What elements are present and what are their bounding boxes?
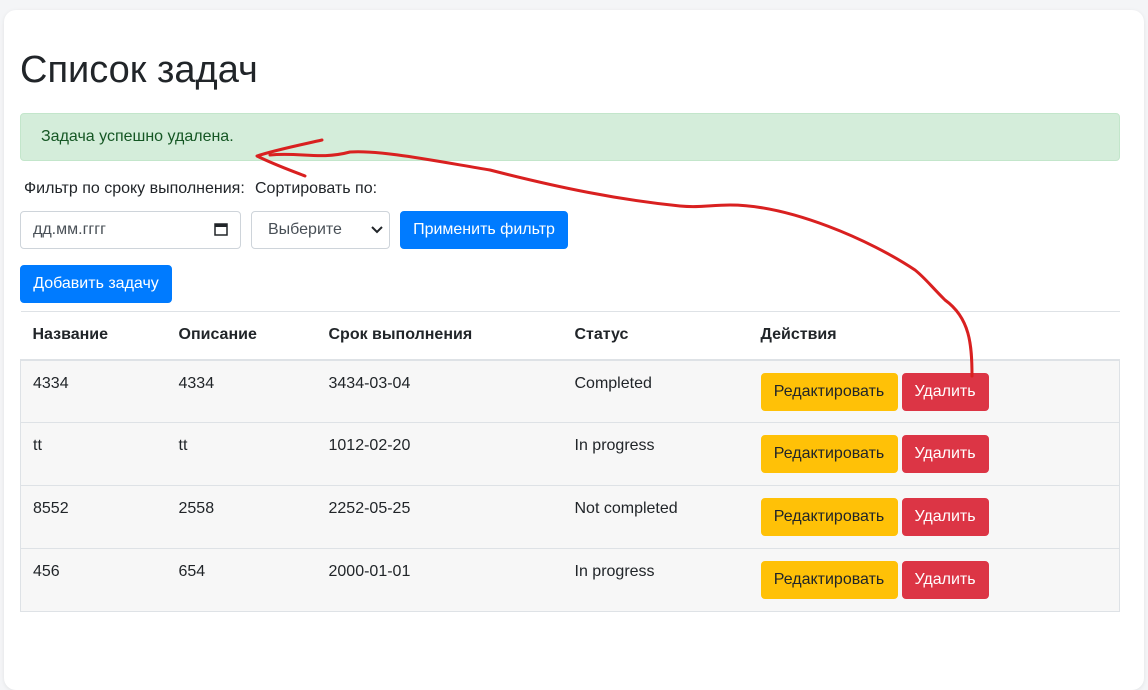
sort-selected-value: Выберите	[268, 221, 342, 238]
table-row: tt tt 1012-02-20 In progress Редактирова…	[20, 422, 1120, 486]
page-title: Список задач	[20, 49, 258, 91]
delete-button[interactable]: Удалить	[901, 435, 989, 473]
task-deadline: 2252-05-25	[328, 500, 411, 517]
header-status: Статус	[562, 311, 749, 361]
task-deadline: 2000-01-01	[328, 563, 411, 580]
date-filter-input[interactable]: дд.мм.гггг	[20, 211, 241, 249]
task-status: Not completed	[574, 500, 678, 517]
sort-label: Сортировать по:	[255, 180, 378, 197]
header-actions: Действия	[748, 311, 1120, 361]
chevron-down-icon	[371, 226, 383, 234]
date-filter-label: Фильтр по сроку выполнения:	[24, 180, 245, 197]
success-alert: Задача успешно удалена.	[20, 113, 1120, 161]
edit-button[interactable]: Редактировать	[760, 498, 898, 536]
task-status: Completed	[574, 374, 652, 392]
header-description: Описание	[166, 311, 317, 361]
edit-button[interactable]: Редактировать	[760, 372, 898, 411]
task-name: 8552	[33, 500, 69, 517]
delete-button[interactable]: Удалить	[901, 498, 989, 536]
task-status: In progress	[574, 563, 655, 580]
edit-button[interactable]: Редактировать	[760, 435, 898, 473]
delete-button[interactable]: Удалить	[901, 561, 989, 599]
tasks-table: Название Описание Срок выполнения Статус…	[20, 311, 1120, 612]
task-description: 2558	[178, 500, 215, 517]
header-deadline: Срок выполнения	[316, 311, 563, 361]
table-row: 8552 2558 2252-05-25 Not completed Редак…	[20, 485, 1120, 549]
edit-button[interactable]: Редактировать	[760, 561, 898, 599]
task-description: tt	[178, 437, 188, 454]
task-actions: Редактировать Удалить	[748, 422, 1120, 486]
task-name: tt	[33, 437, 42, 454]
task-name: 456	[33, 563, 60, 580]
header-name: Название	[20, 311, 167, 361]
task-description: 4334	[178, 374, 215, 392]
table-row: 4334 4334 3434-03-04 Completed Редактиро…	[20, 359, 1120, 423]
task-actions: Редактировать Удалить	[748, 485, 1120, 549]
task-description: 654	[178, 563, 206, 580]
task-deadline: 3434-03-04	[328, 374, 411, 392]
apply-filter-button[interactable]: Применить фильтр	[400, 211, 568, 249]
task-actions: Редактировать Удалить	[748, 548, 1120, 612]
calendar-icon[interactable]	[214, 222, 228, 236]
task-status: In progress	[574, 437, 655, 454]
date-placeholder: дд.мм.гггг	[33, 221, 106, 238]
table-row: 456 654 2000-01-01 In progress Редактиро…	[20, 548, 1120, 612]
task-actions: Редактировать Удалить	[748, 359, 1120, 423]
task-deadline: 1012-02-20	[328, 437, 411, 454]
add-task-button[interactable]: Добавить задачу	[20, 265, 172, 303]
delete-button[interactable]: Удалить	[901, 372, 989, 411]
table-header-row: Название Описание Срок выполнения Статус…	[20, 311, 1120, 361]
task-name: 4334	[33, 374, 69, 392]
sort-select[interactable]: Выберите	[251, 211, 390, 249]
